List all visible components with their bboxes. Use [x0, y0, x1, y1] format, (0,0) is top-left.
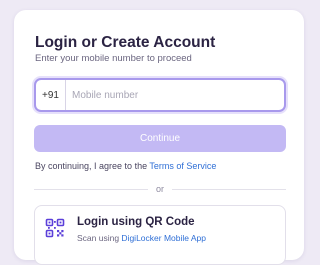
or-divider: or — [34, 184, 287, 194]
divider-text: or — [156, 184, 165, 194]
page-subtitle: Enter your mobile number to proceed — [35, 53, 192, 64]
login-card: Login or Create Account Enter your mobil… — [14, 10, 304, 265]
mobile-number-field: +91 — [34, 78, 286, 112]
qr-login-option[interactable]: Login using QR Code Scan using DigiLocke… — [34, 205, 286, 265]
terms-of-service-link[interactable]: Terms of Service — [149, 161, 216, 171]
divider-line-right — [172, 188, 287, 190]
divider-line-left — [34, 188, 148, 190]
terms-text: By continuing, I agree to the Terms of S… — [35, 161, 216, 171]
mobile-number-input[interactable] — [66, 80, 284, 110]
page-title: Login or Create Account — [35, 34, 216, 51]
qr-subtitle-prefix: Scan using — [77, 233, 122, 243]
qr-code-icon — [45, 218, 65, 238]
continue-button[interactable]: Continue — [34, 125, 286, 152]
digilocker-app-link[interactable]: DigiLocker Mobile App — [121, 233, 206, 243]
terms-prefix: By continuing, I agree to the — [35, 161, 150, 171]
qr-login-title: Login using QR Code — [77, 216, 195, 228]
country-code: +91 — [36, 80, 66, 110]
qr-login-subtitle: Scan using DigiLocker Mobile App — [77, 233, 206, 243]
